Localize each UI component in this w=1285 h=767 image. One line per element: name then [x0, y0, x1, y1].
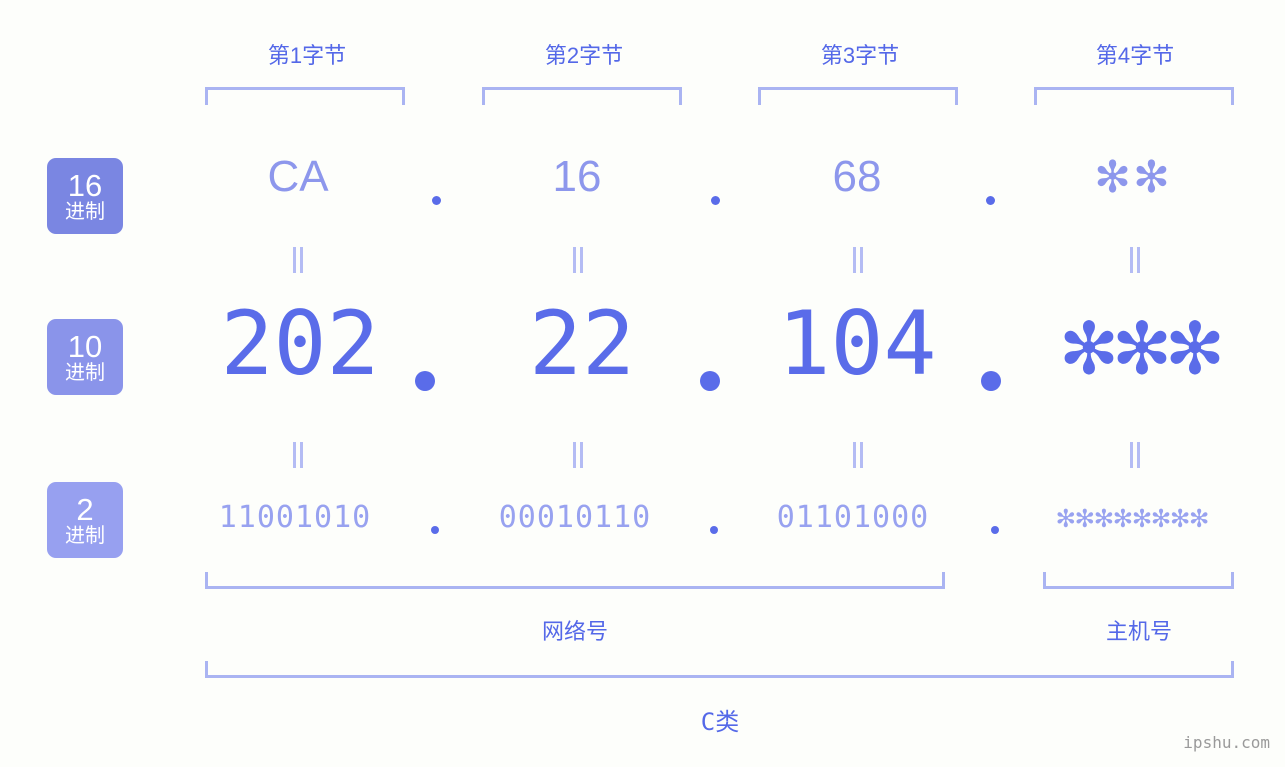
site-watermark: ipshu.com — [1183, 733, 1270, 752]
byte-bracket-4 — [1034, 87, 1234, 105]
host-portion-bracket — [1043, 572, 1234, 589]
byte-header-label-1: 第1字节 — [267, 43, 347, 68]
decimal-octet-1: 202 — [220, 292, 380, 395]
network-portion-label: 网络号 — [541, 619, 608, 644]
radix-badge-decimal-number: 10 — [67, 329, 103, 364]
radix-badge-binary-system: 进制 — [65, 525, 105, 547]
binary-separator-dot-3 — [991, 526, 999, 534]
byte-bracket-3 — [758, 87, 958, 105]
hex-octet-3: 68 — [832, 152, 882, 201]
hex-octet-2: 16 — [552, 152, 602, 201]
equals-mark-hex-dec-1 — [293, 247, 304, 273]
byte-header-label-3: 第3字节 — [820, 43, 900, 68]
byte-header-label-4: 第4字节 — [1095, 43, 1175, 68]
decimal-octet-3: 104 — [777, 292, 937, 395]
binary-separator-dot-2 — [710, 526, 718, 534]
binary-separator-dot-1 — [431, 526, 439, 534]
decimal-separator-dot-2 — [700, 371, 720, 391]
hex-octet-4: ✻✻ — [1094, 153, 1172, 202]
radix-badge-decimal: 10 进制 — [47, 319, 123, 395]
binary-octet-2: 00010110 — [498, 500, 652, 535]
decimal-separator-dot-3 — [981, 371, 1001, 391]
ip-class-bracket — [205, 661, 1234, 678]
equals-mark-dec-bin-4 — [1130, 442, 1141, 468]
hex-separator-dot-2 — [711, 196, 720, 205]
hex-separator-dot-1 — [432, 196, 441, 205]
host-portion-label: 主机号 — [1105, 619, 1172, 644]
ip-class-label: C类 — [700, 708, 740, 736]
hex-octet-1: CA — [267, 152, 329, 201]
equals-mark-dec-bin-2 — [573, 442, 584, 468]
ip-address-breakdown-diagram: 第1字节 第2字节 第3字节 第4字节 16 进制 10 进制 2 进制 CA … — [0, 0, 1285, 767]
binary-octet-1: 11001010 — [218, 500, 372, 535]
equals-mark-hex-dec-4 — [1130, 247, 1141, 273]
equals-mark-hex-dec-3 — [853, 247, 864, 273]
network-portion-bracket — [205, 572, 945, 589]
decimal-octet-4: ✻✻✻ — [1062, 292, 1222, 395]
radix-badge-decimal-system: 进制 — [65, 362, 105, 384]
equals-mark-hex-dec-2 — [573, 247, 584, 273]
equals-mark-dec-bin-3 — [853, 442, 864, 468]
binary-octet-4: ✻✻✻✻✻✻✻✻ — [1056, 500, 1210, 535]
hex-separator-dot-3 — [986, 196, 995, 205]
binary-octet-3: 01101000 — [776, 500, 930, 535]
decimal-separator-dot-1 — [415, 371, 435, 391]
equals-mark-dec-bin-1 — [293, 442, 304, 468]
byte-header-label-2: 第2字节 — [544, 43, 624, 68]
byte-bracket-1 — [205, 87, 405, 105]
radix-badge-hex: 16 进制 — [47, 158, 123, 234]
radix-badge-binary: 2 进制 — [47, 482, 123, 558]
radix-badge-hex-number: 16 — [67, 168, 103, 203]
radix-badge-binary-number: 2 — [76, 492, 94, 527]
byte-bracket-2 — [482, 87, 682, 105]
radix-badge-hex-system: 进制 — [65, 201, 105, 223]
decimal-octet-2: 22 — [529, 292, 635, 395]
